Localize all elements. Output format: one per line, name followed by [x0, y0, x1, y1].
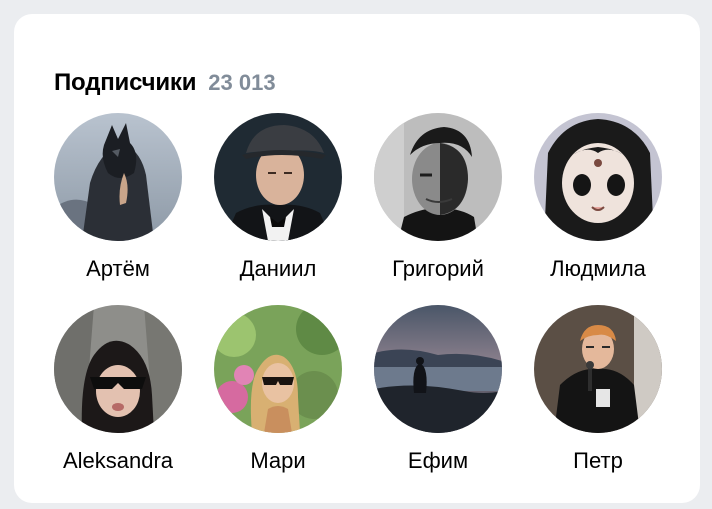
avatar[interactable]: [534, 305, 662, 433]
follower-name[interactable]: Даниил: [240, 256, 317, 282]
follower-name[interactable]: Ефим: [408, 448, 468, 474]
avatar[interactable]: [214, 113, 342, 241]
follower-item[interactable]: Григорий: [358, 113, 518, 282]
followers-card: Подписчики 23 013 Артём Даниил Григорий …: [14, 14, 700, 503]
avatar[interactable]: [534, 113, 662, 241]
follower-name[interactable]: Мари: [250, 448, 305, 474]
follower-item[interactable]: Мари: [198, 305, 358, 474]
followers-grid: Артём Даниил Григорий Людмила Aleksandra…: [14, 14, 700, 503]
follower-name[interactable]: Aleksandra: [63, 448, 173, 474]
avatar-image: [214, 305, 342, 433]
follower-item[interactable]: Ефим: [358, 305, 518, 474]
follower-item[interactable]: Aleksandra: [38, 305, 198, 474]
avatar[interactable]: [214, 305, 342, 433]
follower-item[interactable]: Артём: [38, 113, 198, 282]
follower-name[interactable]: Артём: [86, 256, 150, 282]
avatar-image: [54, 113, 182, 241]
avatar-image: [214, 113, 342, 241]
follower-item[interactable]: Петр: [518, 305, 678, 474]
avatar-image: [534, 305, 662, 433]
avatar-image: [54, 305, 182, 433]
avatar-image: [374, 113, 502, 241]
avatar[interactable]: [54, 305, 182, 433]
follower-item[interactable]: Даниил: [198, 113, 358, 282]
follower-name[interactable]: Григорий: [392, 256, 484, 282]
avatar[interactable]: [54, 113, 182, 241]
follower-name[interactable]: Петр: [573, 448, 623, 474]
follower-name[interactable]: Людмила: [550, 256, 646, 282]
follower-item[interactable]: Людмила: [518, 113, 678, 282]
avatar[interactable]: [374, 113, 502, 241]
avatar-image: [534, 113, 662, 241]
avatar-image: [374, 305, 502, 433]
avatar[interactable]: [374, 305, 502, 433]
